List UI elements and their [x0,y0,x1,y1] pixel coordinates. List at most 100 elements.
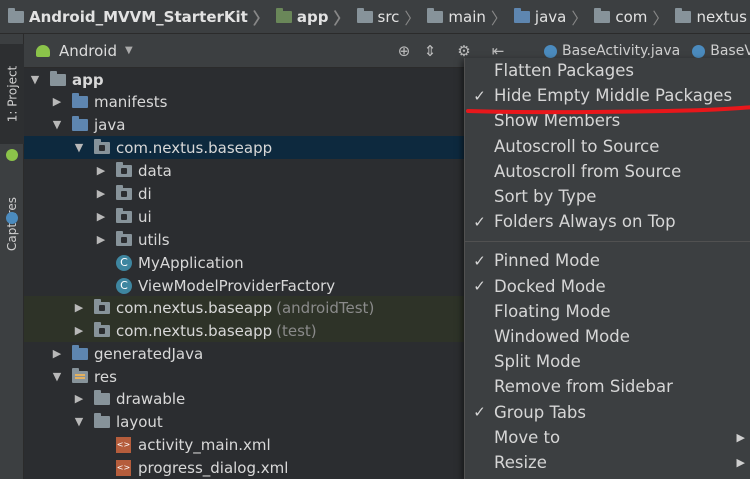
breadcrumb-app-label: app [296,7,329,26]
project-folder-icon [8,7,24,23]
folder-icon [94,389,110,405]
package-icon [675,7,692,23]
collapse-all-icon[interactable]: ⇕ [422,43,438,59]
java-class-icon: C [116,277,132,294]
tree-node-label: activity_main.xml [138,435,271,454]
menu-item-docked-mode[interactable]: ✓ Docked Mode [465,274,750,299]
java-class-icon: C [116,254,132,271]
tree-node-label: generatedJava [94,344,204,363]
menu-item-resize[interactable]: ✓Resize▶ [465,450,750,475]
breadcrumb-src-label: src [377,7,400,26]
breadcrumb-com[interactable]: com 〉 [594,5,675,29]
collapsed-arrow-icon: ▶ [74,301,84,314]
tab-base-activity[interactable]: BaseActivity.java [544,43,680,59]
breadcrumb-java[interactable]: java 〉 [513,5,594,29]
tree-node-label: di [138,184,152,203]
tree-node-label: java [94,115,126,134]
project-view-options-menu: ✓Flatten Packages✓Hide Empty Middle Pack… [464,58,750,479]
menu-item-label: Sort by Type [494,187,597,206]
menu-item-autoscroll-to-source[interactable]: ✓Autoscroll to Source [465,134,750,159]
checkmark-icon: ✓ [473,277,486,296]
tree-node-label: manifests [94,92,168,111]
left-tool-strip: 1: Project Captures [0,34,24,479]
collapsed-arrow-icon: ▶ [96,187,106,200]
checkmark-icon: ✓ [473,86,486,105]
breadcrumb-src[interactable]: src 〉 [356,5,428,29]
expanded-arrow-icon: ▼ [30,73,40,86]
tree-node-label: com.nextus.baseapp [116,138,273,157]
chevron-right-icon: 〉 [652,8,669,28]
locate-target-icon[interactable]: ⊕ [396,43,412,59]
menu-item-label: Folders Always on Top [494,212,676,232]
tab-base-activity-label: BaseActivity.java [562,43,681,59]
tab-project[interactable]: 1: Project [0,44,24,144]
tree-node-label: progress_dialog.xml [138,458,289,477]
tree-node-label: com.nextus.baseapp [116,298,273,317]
menu-item-pinned-mode[interactable]: ✓ Pinned Mode [465,248,750,273]
tree-node-suffix: (test) [276,321,317,340]
collapsed-arrow-icon: ▶ [96,164,106,177]
tree-node-label: MyApplication [138,253,244,272]
android-icon [36,44,50,57]
menu-item-folders-always-on-top[interactable]: ✓ Folders Always on Top [465,209,750,234]
checkmark-icon: ✓ [473,251,486,270]
tab-captures-label: Captures [5,197,19,251]
tab-base-v-label: BaseV [710,43,750,59]
menu-item-sort-by-type[interactable]: ✓Sort by Type [465,184,750,209]
tab-project-label: 1: Project [5,65,19,123]
tree-node-label: ViewModelProviderFactory [138,276,336,295]
chevron-right-icon: 〉 [404,8,421,28]
folder-icon [356,7,373,23]
menu-item-group-tabs[interactable]: ✓ Group Tabs [465,400,750,425]
caret-down-icon: ▼ [125,45,133,56]
tree-node-suffix: (androidTest) [276,298,375,317]
breadcrumb-app[interactable]: app 〉 [275,5,357,29]
tab-captures[interactable]: Captures [0,174,24,274]
resource-folder-icon [72,367,88,383]
menu-item-label: Floating Mode [494,301,611,321]
menu-item-label: Group Tabs [494,402,587,422]
package-icon [116,207,132,223]
expanded-arrow-icon: ▼ [52,118,62,131]
gear-icon[interactable]: ⚙ [456,43,472,59]
menu-item-split-mode[interactable]: ✓Split Mode [465,349,750,374]
package-icon [594,7,611,23]
java-class-icon [692,44,706,58]
red-highlight-underline [466,105,750,115]
menu-item-move-to[interactable]: ✓Move to▶ [465,425,750,450]
xml-file-icon: <> [116,459,131,476]
menu-item-autoscroll-from-source[interactable]: ✓Autoscroll from Source [465,159,750,184]
menu-item-label: Autoscroll to Source [494,136,660,156]
menu-item-label: Docked Mode [494,276,606,296]
hide-panel-icon[interactable]: ⇤ [490,43,506,59]
breadcrumb-nextus[interactable]: nextus 〉 [675,5,750,29]
breadcrumb-java-label: java [534,7,567,26]
java-class-icon [544,44,557,58]
tab-base-v[interactable]: BaseV [692,43,750,59]
folder-icon [427,7,444,23]
tree-node-label: ui [138,207,152,226]
captures-icon [6,212,18,224]
breadcrumb-main-label: main [448,7,486,26]
menu-item-remove-from-sidebar[interactable]: ✓Remove from Sidebar [465,374,750,399]
module-folder-icon [50,70,66,86]
breadcrumb-com-label: com [615,7,648,26]
expanded-arrow-icon: ▼ [52,370,62,383]
breadcrumb-project[interactable]: Android_MVVM_StarterKit 〉 [8,5,276,29]
collapsed-arrow-icon: ▶ [74,324,84,337]
generated-folder-icon [72,344,88,360]
checkmark-icon: ✓ [473,212,486,231]
tree-node-label: app [72,70,104,89]
chevron-right-icon: 〉 [252,8,269,28]
menu-item-floating-mode[interactable]: ✓Floating Mode [465,299,750,324]
menu-item-flatten-packages[interactable]: ✓Flatten Packages [465,58,750,83]
menu-item-windowed-mode[interactable]: ✓Windowed Mode [465,324,750,349]
chevron-right-icon: 〉 [490,8,507,28]
breadcrumb-main[interactable]: main 〉 [427,5,514,29]
menu-item-label: Move to [494,427,561,447]
breadcrumb-project-label: Android_MVVM_StarterKit [29,7,248,26]
chevron-right-icon: 〉 [333,8,350,28]
xml-file-icon: <> [116,436,131,453]
view-mode-dropdown[interactable]: Android ▼ [36,42,133,60]
module-folder-icon [275,7,292,23]
